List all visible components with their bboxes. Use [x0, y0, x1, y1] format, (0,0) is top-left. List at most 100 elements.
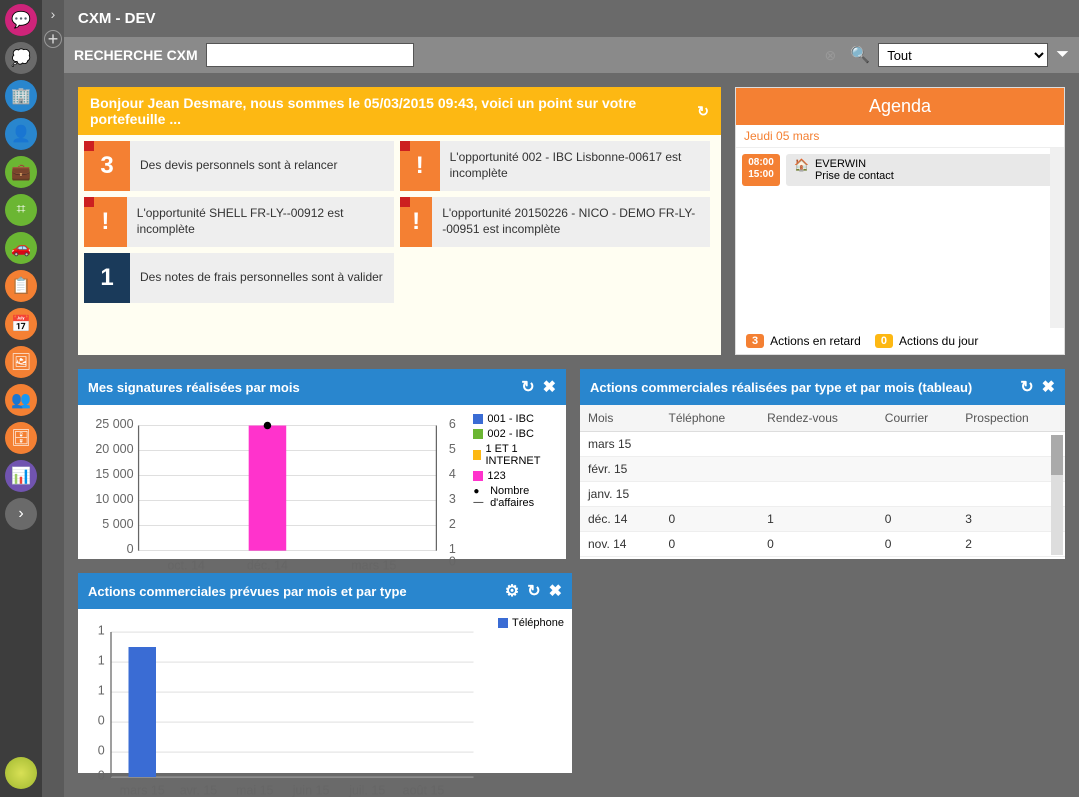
nav-logo-icon[interactable] — [5, 757, 37, 789]
alert-badge-value: ! — [101, 208, 109, 236]
col-header[interactable]: Courrier — [877, 405, 958, 432]
today-count: 0 — [875, 334, 893, 348]
agenda-time: 08:0015:00 — [742, 154, 780, 186]
close-icon[interactable]: ✖ — [543, 377, 556, 397]
svg-text:juin 15: juin 15 — [292, 784, 330, 797]
agenda-item[interactable]: 08:0015:00 🏠 EVERWIN Prise de contact — [742, 154, 1058, 186]
nav-building-icon[interactable]: 🏢 — [5, 80, 37, 112]
svg-text:20 000: 20 000 — [95, 442, 133, 456]
alert-card[interactable]: ! L'opportunité 002 - IBC Lisbonne-00617… — [400, 141, 710, 191]
table-row[interactable]: déc. 140103 — [580, 507, 1065, 532]
nav-clipboard-icon[interactable]: 📋 — [5, 270, 37, 302]
panel-title: Actions commerciales réalisées par type … — [590, 380, 972, 395]
nav-briefcase-icon[interactable]: 💼 — [5, 156, 37, 188]
signatures-panel: Mes signatures réalisées par mois ↻ ✖ 25… — [78, 369, 566, 559]
clear-icon[interactable]: ⊗ — [825, 47, 837, 64]
svg-text:1: 1 — [98, 624, 105, 638]
agenda-client: EVERWIN — [815, 158, 894, 170]
col-header[interactable]: Rendez-vous — [759, 405, 877, 432]
svg-text:6: 6 — [449, 417, 456, 431]
nav-rail: 💬 💭 🏢 👤 💼 ⌗ 🚗 📋 📅 🖼 👥 🗄 📊 › — [0, 0, 42, 797]
svg-text:10 000: 10 000 — [95, 492, 133, 506]
alert-card[interactable]: 3 Des devis personnels sont à relancer — [84, 141, 394, 191]
svg-text:mars 15: mars 15 — [351, 558, 396, 572]
svg-text:0: 0 — [98, 714, 105, 728]
late-count: 3 — [746, 334, 764, 348]
actions-chart: 1 1 1 0 0 0 mars 15 — [86, 617, 486, 797]
svg-text:avr. 15: avr. 15 — [180, 784, 218, 797]
svg-text:août 15: août 15 — [403, 784, 445, 797]
nav-drawer-icon[interactable]: 🗄 — [5, 422, 37, 454]
scrollbar[interactable] — [1051, 435, 1063, 555]
svg-text:0: 0 — [98, 744, 105, 758]
svg-text:0: 0 — [98, 769, 105, 783]
svg-text:déc. 14: déc. 14 — [247, 558, 288, 572]
nav-user-icon[interactable]: 👤 — [5, 118, 37, 150]
close-icon[interactable]: ✖ — [1042, 377, 1055, 397]
alert-text: Des devis personnels sont à relancer — [140, 158, 337, 174]
alerts-container: 3 Des devis personnels sont à relancer !… — [78, 135, 721, 355]
refresh-icon[interactable]: ↻ — [521, 377, 534, 397]
nav-more-icon[interactable]: › — [5, 498, 37, 530]
actions-chart-panel: Actions commerciales prévues par mois et… — [78, 573, 572, 773]
svg-text:oct. 14: oct. 14 — [167, 558, 205, 572]
nav-chat-icon[interactable]: 💬 — [5, 4, 37, 36]
late-label: Actions en retard — [770, 334, 861, 348]
alert-text: L'opportunité SHELL FR-LY--00912 est inc… — [137, 206, 386, 237]
home-icon: 🏠 — [794, 158, 809, 172]
nav-image-icon[interactable]: 🖼 — [5, 346, 37, 378]
table-row[interactable]: nov. 140002 — [580, 532, 1065, 557]
svg-text:mai 15: mai 15 — [236, 784, 274, 797]
search-input[interactable] — [206, 43, 414, 67]
panel-title: Mes signatures réalisées par mois — [88, 380, 300, 395]
signatures-chart: 25 000 20 000 15 000 10 000 5 000 0 — [86, 413, 461, 588]
agenda-title: Agenda — [736, 88, 1064, 125]
expand-strip: › + — [42, 0, 64, 797]
svg-text:3: 3 — [449, 492, 456, 506]
alert-card[interactable]: 1 Des notes de frais personnelles sont à… — [84, 253, 394, 303]
nav-calculator-icon[interactable]: ⌗ — [5, 194, 37, 226]
alert-badge-value: ! — [412, 208, 420, 236]
scrollbar[interactable] — [1050, 148, 1064, 328]
nav-calendar-icon[interactable]: 📅 — [5, 308, 37, 340]
add-icon[interactable]: + — [44, 30, 62, 48]
actions-table: Mois Téléphone Rendez-vous Courrier Pros… — [580, 405, 1065, 557]
nav-car-icon[interactable]: 🚗 — [5, 232, 37, 264]
svg-text:5 000: 5 000 — [102, 517, 133, 531]
nav-group-icon[interactable]: 👥 — [5, 384, 37, 416]
nav-stats-icon[interactable]: 📊 — [5, 460, 37, 492]
search-icon[interactable]: 🔍 — [850, 45, 870, 65]
svg-text:4: 4 — [449, 467, 456, 481]
page-title: CXM - DEV — [64, 0, 1079, 37]
table-row[interactable]: janv. 15 — [580, 482, 1065, 507]
nav-comment-icon[interactable]: 💭 — [5, 42, 37, 74]
svg-text:15 000: 15 000 — [95, 467, 133, 481]
filter-icon[interactable]: ⏷ — [1056, 46, 1069, 64]
chart-legend: 001 - IBC 002 - IBC 1 ET 1 INTERNET 123 … — [473, 413, 558, 588]
svg-text:juil. 15: juil. 15 — [348, 784, 385, 797]
alert-text: Des notes de frais personnelles sont à v… — [140, 270, 383, 286]
welcome-panel: Bonjour Jean Desmare, nous sommes le 05/… — [78, 87, 721, 355]
refresh-icon[interactable]: ↻ — [1020, 377, 1033, 397]
table-row[interactable]: févr. 15 — [580, 457, 1065, 482]
col-header[interactable]: Mois — [580, 405, 661, 432]
chart-legend: Téléphone — [498, 617, 564, 797]
refresh-icon[interactable]: ↻ — [697, 103, 709, 120]
alert-card[interactable]: ! L'opportunité SHELL FR-LY--00912 est i… — [84, 197, 394, 247]
agenda-panel: Agenda Jeudi 05 mars 08:0015:00 🏠 EVERWI… — [735, 87, 1065, 355]
welcome-greeting: Bonjour Jean Desmare, nous sommes le 05/… — [90, 95, 697, 127]
expand-chevron-icon[interactable]: › — [51, 6, 56, 22]
svg-text:1: 1 — [98, 654, 105, 668]
col-header[interactable]: Téléphone — [661, 405, 760, 432]
svg-text:0: 0 — [127, 542, 134, 556]
alert-badge-value: ! — [416, 152, 424, 180]
alert-badge-value: 3 — [100, 152, 113, 180]
table-row[interactable]: mars 15 — [580, 432, 1065, 457]
svg-text:25 000: 25 000 — [95, 417, 133, 431]
search-filter-select[interactable]: Tout — [878, 43, 1048, 67]
today-label: Actions du jour — [899, 334, 978, 348]
actions-table-panel: Actions commerciales réalisées par type … — [580, 369, 1065, 559]
col-header[interactable]: Prospection — [957, 405, 1065, 432]
alert-text: L'opportunité 002 - IBC Lisbonne-00617 e… — [450, 150, 702, 181]
alert-card[interactable]: ! L'opportunité 20150226 - NICO - DEMO F… — [400, 197, 710, 247]
